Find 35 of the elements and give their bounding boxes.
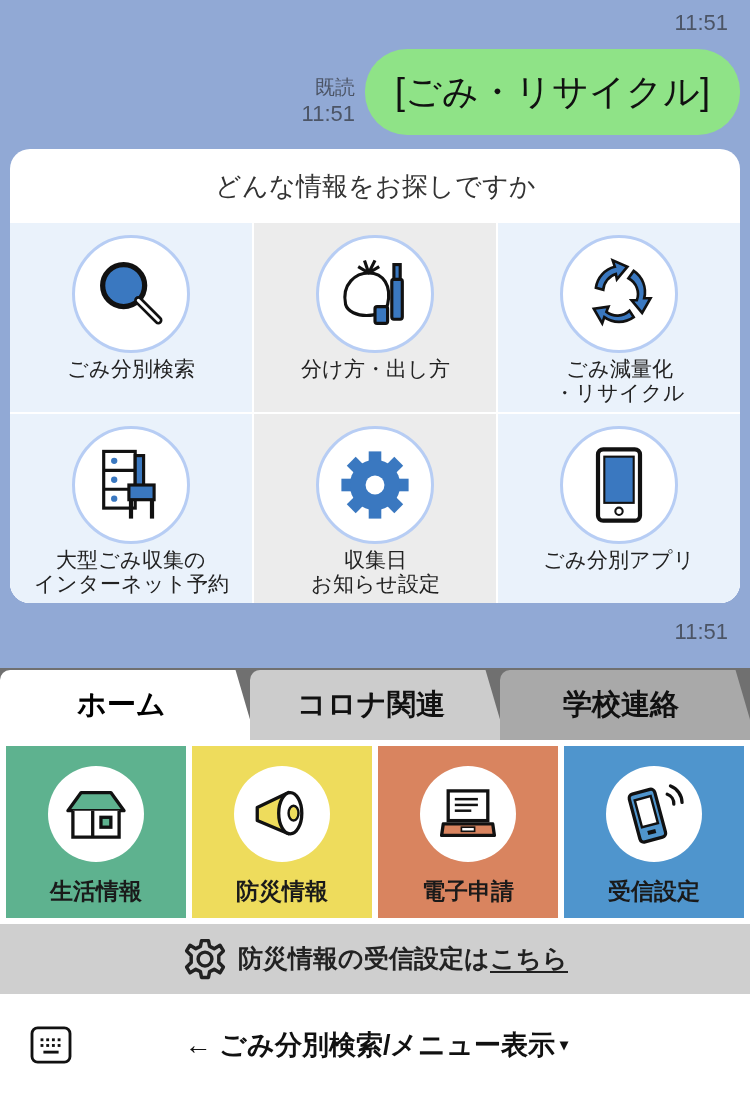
menu-option[interactable]: 大型ごみ収集の インターネット予約 (10, 414, 252, 603)
menu-tile[interactable]: 生活情報 (6, 746, 186, 918)
option-label: お知らせ設定 (310, 572, 440, 596)
menu-option[interactable]: ごみ分別アプリ (498, 414, 740, 603)
menu-tile[interactable]: 電子申請 (378, 746, 558, 918)
menu-option[interactable]: ごみ減量化 ・リサイクル (498, 223, 740, 412)
menu-option[interactable]: 収集日 お知らせ設定 (254, 414, 496, 603)
menu-tile[interactable]: 受信設定 (564, 746, 744, 918)
banner-text: 防災情報の受信設定は (238, 943, 490, 975)
menu-tile[interactable]: 防災情報 (192, 746, 372, 918)
option-label: 分け方・出し方 (300, 357, 450, 381)
option-label: 大型ごみ収集の (56, 548, 206, 572)
message-bubble: [ごみ・リサイクル] (365, 49, 740, 135)
message-time: 11:51 (674, 9, 728, 37)
menu-tab[interactable]: 学校連絡 (500, 670, 750, 740)
tile-label: 電子申請 (422, 877, 514, 906)
tile-label: 防災情報 (236, 877, 328, 906)
card-title: どんな情報をお探しですか (214, 169, 536, 203)
tile-label: 受信設定 (608, 877, 700, 906)
keyboard-icon[interactable] (30, 1026, 72, 1064)
message-time: 11:51 (674, 618, 728, 646)
tile-label: 生活情報 (50, 877, 142, 906)
option-label: ごみ分別アプリ (543, 548, 695, 572)
read-receipt: 既読 (315, 74, 355, 100)
settings-link[interactable]: こちら (490, 940, 568, 978)
menu-option[interactable]: ごみ分別検索 (10, 223, 252, 412)
message-time: 11:51 (301, 99, 355, 127)
settings-icon (182, 936, 228, 982)
menu-option[interactable]: 分け方・出し方 (254, 223, 496, 412)
option-label: ごみ減量化 (565, 357, 673, 381)
option-label: ・リサイクル (553, 381, 685, 405)
menu-toggle-button[interactable]: ← ごみ分別検索/メニュー表示▾ (72, 1024, 720, 1066)
option-label: ごみ分別検索 (67, 357, 195, 381)
option-label: 収集日 (343, 548, 407, 572)
option-label: インターネット予約 (33, 572, 229, 596)
